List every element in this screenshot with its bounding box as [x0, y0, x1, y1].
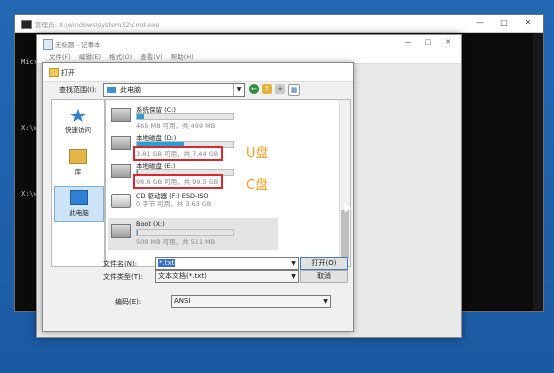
place-quick-access[interactable]: 快速访问	[54, 106, 102, 140]
close-icon[interactable]: ✕	[517, 17, 539, 29]
minimize-icon[interactable]: —	[469, 17, 491, 29]
cmd-titlebar[interactable]: 管理员: X:\windows\system32\cmd.exe — □ ✕	[15, 15, 543, 33]
cmd-scrollbar[interactable]	[533, 33, 543, 311]
highlight-box-d	[133, 146, 223, 161]
drive-size: 508 MB 可用，共 511 MB	[136, 238, 216, 246]
computer-icon	[107, 87, 116, 93]
encoding-dropdown[interactable]: ANSI ▼	[171, 295, 331, 308]
back-icon[interactable]: ←	[249, 84, 259, 94]
chevron-down-icon[interactable]: ▼	[233, 84, 244, 96]
lookin-value: 此电脑	[120, 86, 141, 94]
drive-icon	[111, 108, 131, 122]
lookin-dropdown[interactable]: 此电脑 ▼	[103, 83, 245, 97]
drive-usage-bar	[136, 229, 234, 236]
filetype-dropdown[interactable]: 文本文档(*.txt) ▼	[155, 270, 299, 283]
notepad-title: 无标题 - 记事本	[55, 41, 101, 49]
place-this-pc[interactable]: 此电脑	[54, 186, 104, 222]
filename-value: *.txt	[158, 259, 176, 267]
library-icon	[69, 149, 87, 164]
folder-icon	[49, 68, 59, 77]
maximize-icon[interactable]: □	[493, 17, 515, 29]
drive-usage-bar	[136, 113, 234, 120]
drive-item[interactable]: 系统保留 (C:) 465 MB 可用，共 499 MB	[108, 102, 248, 132]
filename-field[interactable]: *.txt ▼	[155, 257, 299, 270]
drive-size: 0 字节 可用，共 3.63 GB	[136, 200, 212, 208]
dialog-title: 打开	[61, 69, 75, 77]
scroll-thumb[interactable]	[341, 210, 349, 258]
annotation-u-disk: U盘	[246, 146, 269, 161]
place-label: 库	[74, 168, 82, 176]
drive-icon	[111, 136, 131, 150]
open-dialog[interactable]: 打开 查找范围(I): 此电脑 ▼ ← ↑ + ▦ 快速访问 库 此电脑 系统保…	[42, 62, 354, 332]
cancel-button[interactable]: 取消	[300, 270, 348, 283]
notepad-titlebar[interactable]: 无标题 - 记事本 — □ ✕	[37, 35, 461, 51]
chevron-down-icon[interactable]: ▼	[321, 296, 330, 307]
file-list-scrollbar[interactable]	[339, 100, 350, 266]
filename-label: 文件名(N):	[103, 260, 138, 268]
cmd-icon	[21, 20, 32, 29]
place-label: 此电脑	[69, 209, 89, 217]
maximize-icon[interactable]: □	[419, 37, 437, 48]
drive-icon	[111, 224, 131, 238]
encoding-label: 编码(E):	[115, 298, 142, 306]
place-label: 快速访问	[65, 126, 91, 134]
minimize-icon[interactable]: —	[399, 37, 417, 48]
cmd-title: 管理员: X:\windows\system32\cmd.exe	[35, 21, 160, 29]
computer-icon	[70, 190, 88, 205]
highlight-box-e	[133, 174, 223, 189]
dialog-titlebar[interactable]: 打开	[43, 63, 353, 82]
open-button[interactable]: 打开(O)	[300, 257, 348, 270]
drive-size: 465 MB 可用，共 499 MB	[136, 122, 216, 130]
encoding-value: ANSI	[174, 297, 191, 305]
drive-item[interactable]: CD 驱动器 (F:) ESD-ISO 0 字节 可用，共 3.63 GB	[108, 188, 248, 218]
drive-name: Boot (X:)	[136, 220, 165, 228]
lookin-label: 查找范围(I):	[59, 86, 97, 94]
notepad-icon	[43, 39, 53, 50]
star-icon	[70, 109, 86, 122]
new-folder-icon[interactable]: +	[275, 84, 285, 94]
close-icon[interactable]: ✕	[439, 37, 457, 48]
drive-icon	[111, 164, 131, 178]
filetype-label: 文件类型(T):	[103, 273, 144, 281]
chevron-down-icon[interactable]: ▼	[289, 258, 298, 269]
places-bar: 快速访问 库 此电脑	[51, 99, 105, 267]
place-library[interactable]: 库	[54, 146, 102, 180]
view-menu-icon[interactable]: ▦	[288, 84, 300, 96]
cd-drive-icon	[111, 194, 131, 208]
file-list[interactable]: 系统保留 (C:) 465 MB 可用，共 499 MB 本地磁盘 (D:) 3…	[105, 99, 351, 267]
up-folder-icon[interactable]: ↑	[262, 84, 272, 94]
annotation-c-disk: C盘	[246, 178, 269, 193]
chevron-down-icon[interactable]: ▼	[289, 271, 298, 282]
drive-item[interactable]: Boot (X:) 508 MB 可用，共 511 MB	[108, 218, 278, 250]
filetype-value: 文本文档(*.txt)	[158, 272, 207, 280]
